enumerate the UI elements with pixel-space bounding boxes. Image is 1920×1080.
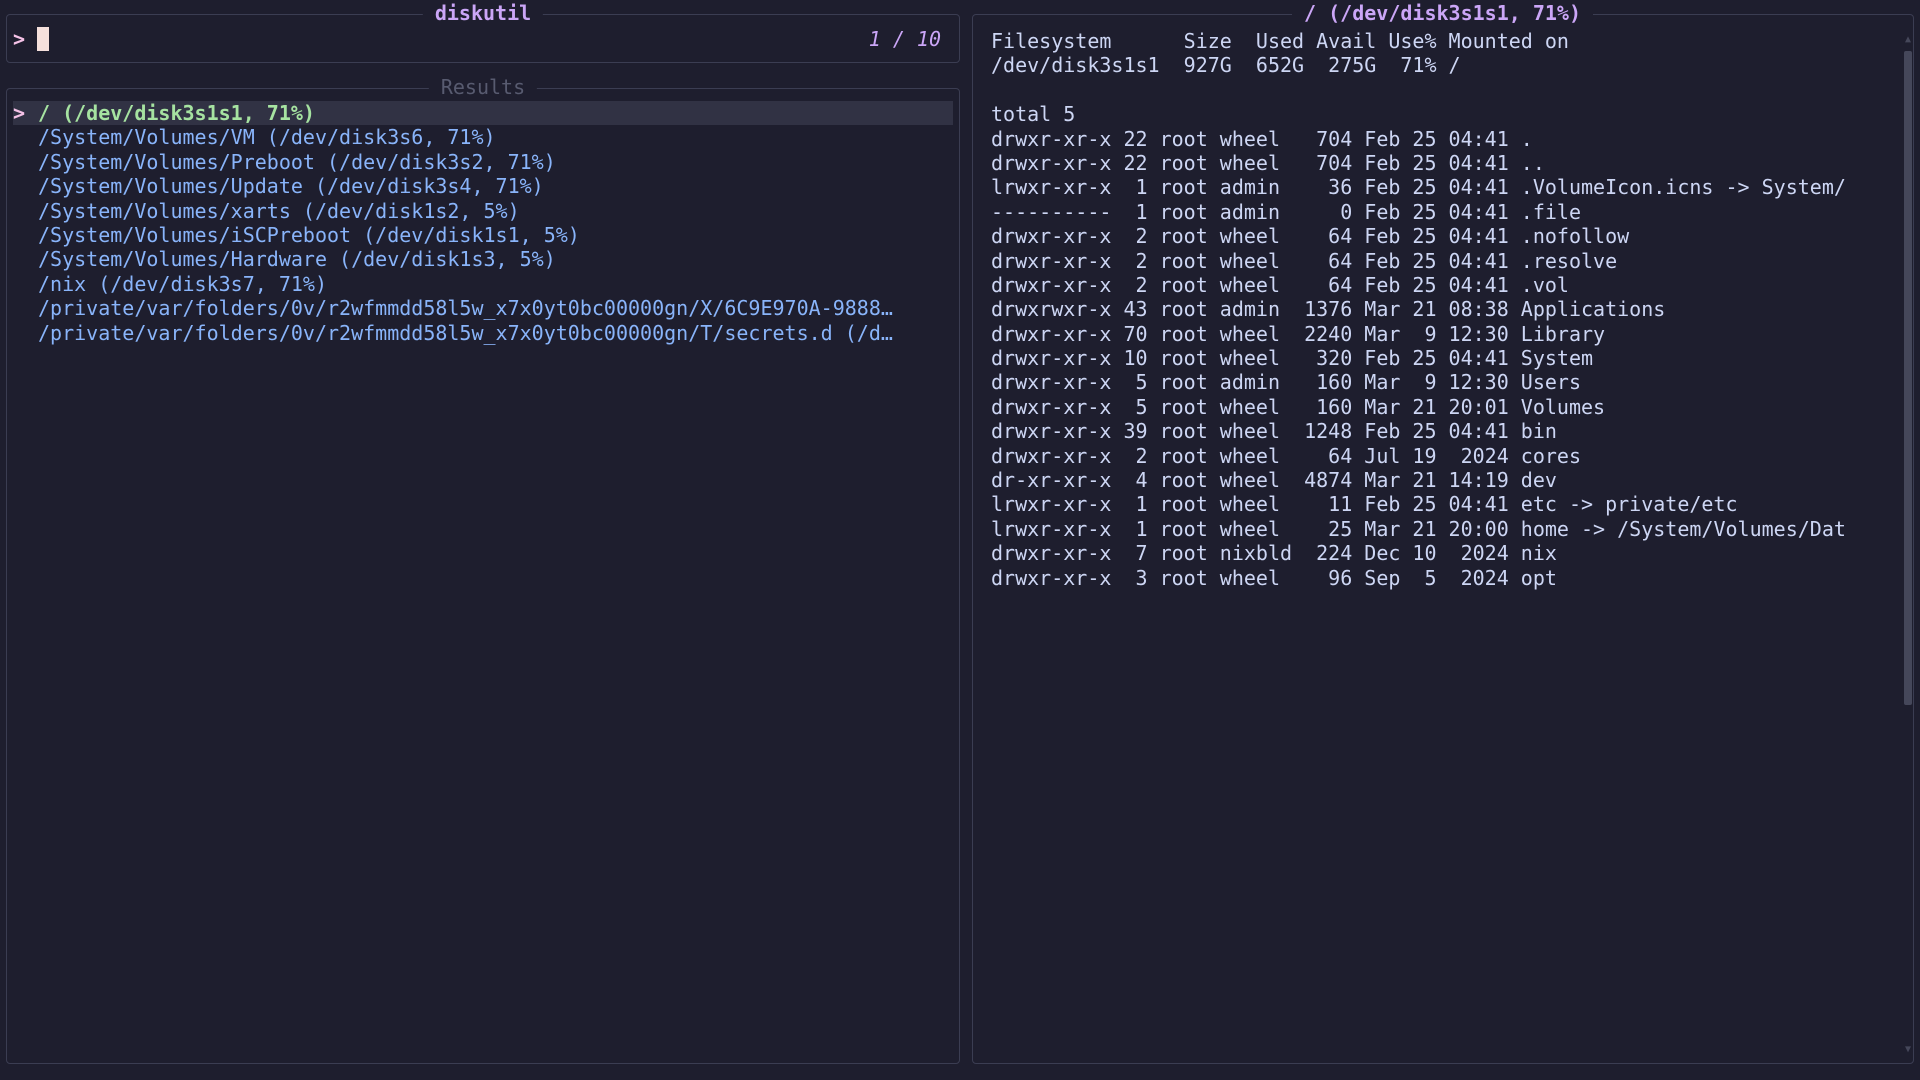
result-item[interactable]: /System/Volumes/Preboot (/dev/disk3s2, 7… xyxy=(13,150,953,174)
preview-line: ---------- 1 root admin 0 Feb 25 04:41 .… xyxy=(991,199,1582,224)
result-item-label: /nix (/dev/disk3s7, 71%) xyxy=(38,271,327,296)
preview-line: drwxr-xr-x 2 root wheel 64 Feb 25 04:41 … xyxy=(991,224,1630,249)
result-item-label: /System/Volumes/iSCPreboot (/dev/disk1s1… xyxy=(38,222,580,247)
result-item[interactable]: /System/Volumes/VM (/dev/disk3s6, 71%) xyxy=(13,125,953,149)
result-item-label: /System/Volumes/Hardware (/dev/disk1s3, … xyxy=(38,247,556,272)
query-panel-title: diskutil xyxy=(422,1,544,25)
selection-pointer-icon: > xyxy=(13,101,26,125)
preview-line: drwxr-xr-x 10 root wheel 320 Feb 25 04:4… xyxy=(991,346,1594,371)
result-item-label: /System/Volumes/Preboot (/dev/disk3s2, 7… xyxy=(38,149,556,174)
prompt-chevron-icon: > xyxy=(13,27,26,51)
preview-line xyxy=(991,78,1891,102)
result-item[interactable]: /System/Volumes/xarts (/dev/disk1s2, 5%) xyxy=(13,199,953,223)
result-item[interactable]: /private/var/folders/0v/r2wfmmdd58l5w_x7… xyxy=(13,321,953,345)
preview-line: drwxr-xr-x 39 root wheel 1248 Feb 25 04:… xyxy=(991,419,1557,444)
preview-line: lrwxr-xr-x 1 root wheel 25 Mar 21 20:00 … xyxy=(991,516,1846,541)
query-panel: diskutil > 1 / 10 xyxy=(6,1,960,63)
preview-line: Filesystem Size Used Avail Use% Mounted … xyxy=(991,29,1569,53)
result-item-label: /private/var/folders/0v/r2wfmmdd58l5w_x7… xyxy=(38,320,893,345)
preview-scrollbar[interactable]: ▲ ▼ xyxy=(1903,35,1913,1055)
text-cursor xyxy=(37,27,50,51)
preview-scrollbar-thumb[interactable] xyxy=(1904,51,1912,705)
preview-line: dr-xr-xr-x 4 root wheel 4874 Mar 21 14:1… xyxy=(991,468,1557,493)
scroll-up-arrow-icon[interactable]: ▲ xyxy=(1903,35,1913,45)
result-item-label: /System/Volumes/VM (/dev/disk3s6, 71%) xyxy=(38,125,496,150)
result-item[interactable]: /System/Volumes/Update (/dev/disk3s4, 71… xyxy=(13,174,953,198)
preview-line: lrwxr-xr-x 1 root admin 36 Feb 25 04:41 … xyxy=(991,175,1846,200)
preview-line: total 5 xyxy=(991,102,1076,127)
results-panel-title: Results xyxy=(428,75,538,99)
match-counter: 1 / 10 xyxy=(868,27,941,51)
results-panel: Results > / (/dev/disk3s1s1, 71%) /System… xyxy=(6,75,961,1064)
preview-line: drwxrwxr-x 43 root admin 1376 Mar 21 08:… xyxy=(991,297,1666,322)
result-item-label: / (/dev/disk3s1s1, 71%) xyxy=(38,101,315,125)
query-input[interactable]: > xyxy=(13,27,50,51)
scroll-down-arrow-icon[interactable]: ▼ xyxy=(1903,1045,1913,1055)
preview-line: drwxr-xr-x 70 root wheel 2240 Mar 9 12:3… xyxy=(991,321,1606,346)
preview-line: drwxr-xr-x 5 root wheel 160 Mar 21 20:01… xyxy=(991,394,1606,419)
result-item[interactable]: /private/var/folders/0v/r2wfmmdd58l5w_x7… xyxy=(13,296,953,320)
preview-line: drwxr-xr-x 7 root nixbld 224 Dec 10 2024… xyxy=(991,541,1557,566)
result-item-selected[interactable]: > / (/dev/disk3s1s1, 71%) xyxy=(13,101,953,126)
preview-line: lrwxr-xr-x 1 root wheel 11 Feb 25 04:41 … xyxy=(991,492,1738,517)
preview-line: drwxr-xr-x 2 root wheel 64 Feb 25 04:41 … xyxy=(991,248,1618,273)
preview-line: drwxr-xr-x 3 root wheel 96 Sep 5 2024 op… xyxy=(991,565,1557,590)
preview-panel: / (/dev/disk3s1s1, 71%) Filesystem Size … xyxy=(972,1,1914,1064)
result-item[interactable]: /nix (/dev/disk3s7, 71%) xyxy=(13,272,953,296)
preview-line: /dev/disk3s1s1 927G 652G 275G 71% / xyxy=(991,53,1461,78)
results-list: > / (/dev/disk3s1s1, 71%) /System/Volumes… xyxy=(13,101,961,345)
preview-line: drwxr-xr-x 2 root wheel 64 Feb 25 04:41 … xyxy=(991,272,1569,297)
preview-line: drwxr-xr-x 2 root wheel 64 Jul 19 2024 c… xyxy=(991,443,1582,468)
preview-line: drwxr-xr-x 5 root admin 160 Mar 9 12:30 … xyxy=(991,370,1582,395)
preview-panel-title: / (/dev/disk3s1s1, 71%) xyxy=(1292,1,1593,25)
result-item[interactable]: /System/Volumes/iSCPreboot (/dev/disk1s1… xyxy=(13,223,953,247)
result-item-label: /System/Volumes/Update (/dev/disk3s4, 71… xyxy=(38,174,544,199)
result-item-label: /private/var/folders/0v/r2wfmmdd58l5w_x7… xyxy=(38,296,893,321)
result-item[interactable]: /System/Volumes/Hardware (/dev/disk1s3, … xyxy=(13,247,953,271)
result-item-label: /System/Volumes/xarts (/dev/disk1s2, 5%) xyxy=(38,198,520,223)
preview-line: drwxr-xr-x 22 root wheel 704 Feb 25 04:4… xyxy=(991,150,1545,175)
preview-output: Filesystem Size Used Avail Use% Mounted … xyxy=(991,29,1891,1049)
preview-line: drwxr-xr-x 22 root wheel 704 Feb 25 04:4… xyxy=(991,126,1533,151)
